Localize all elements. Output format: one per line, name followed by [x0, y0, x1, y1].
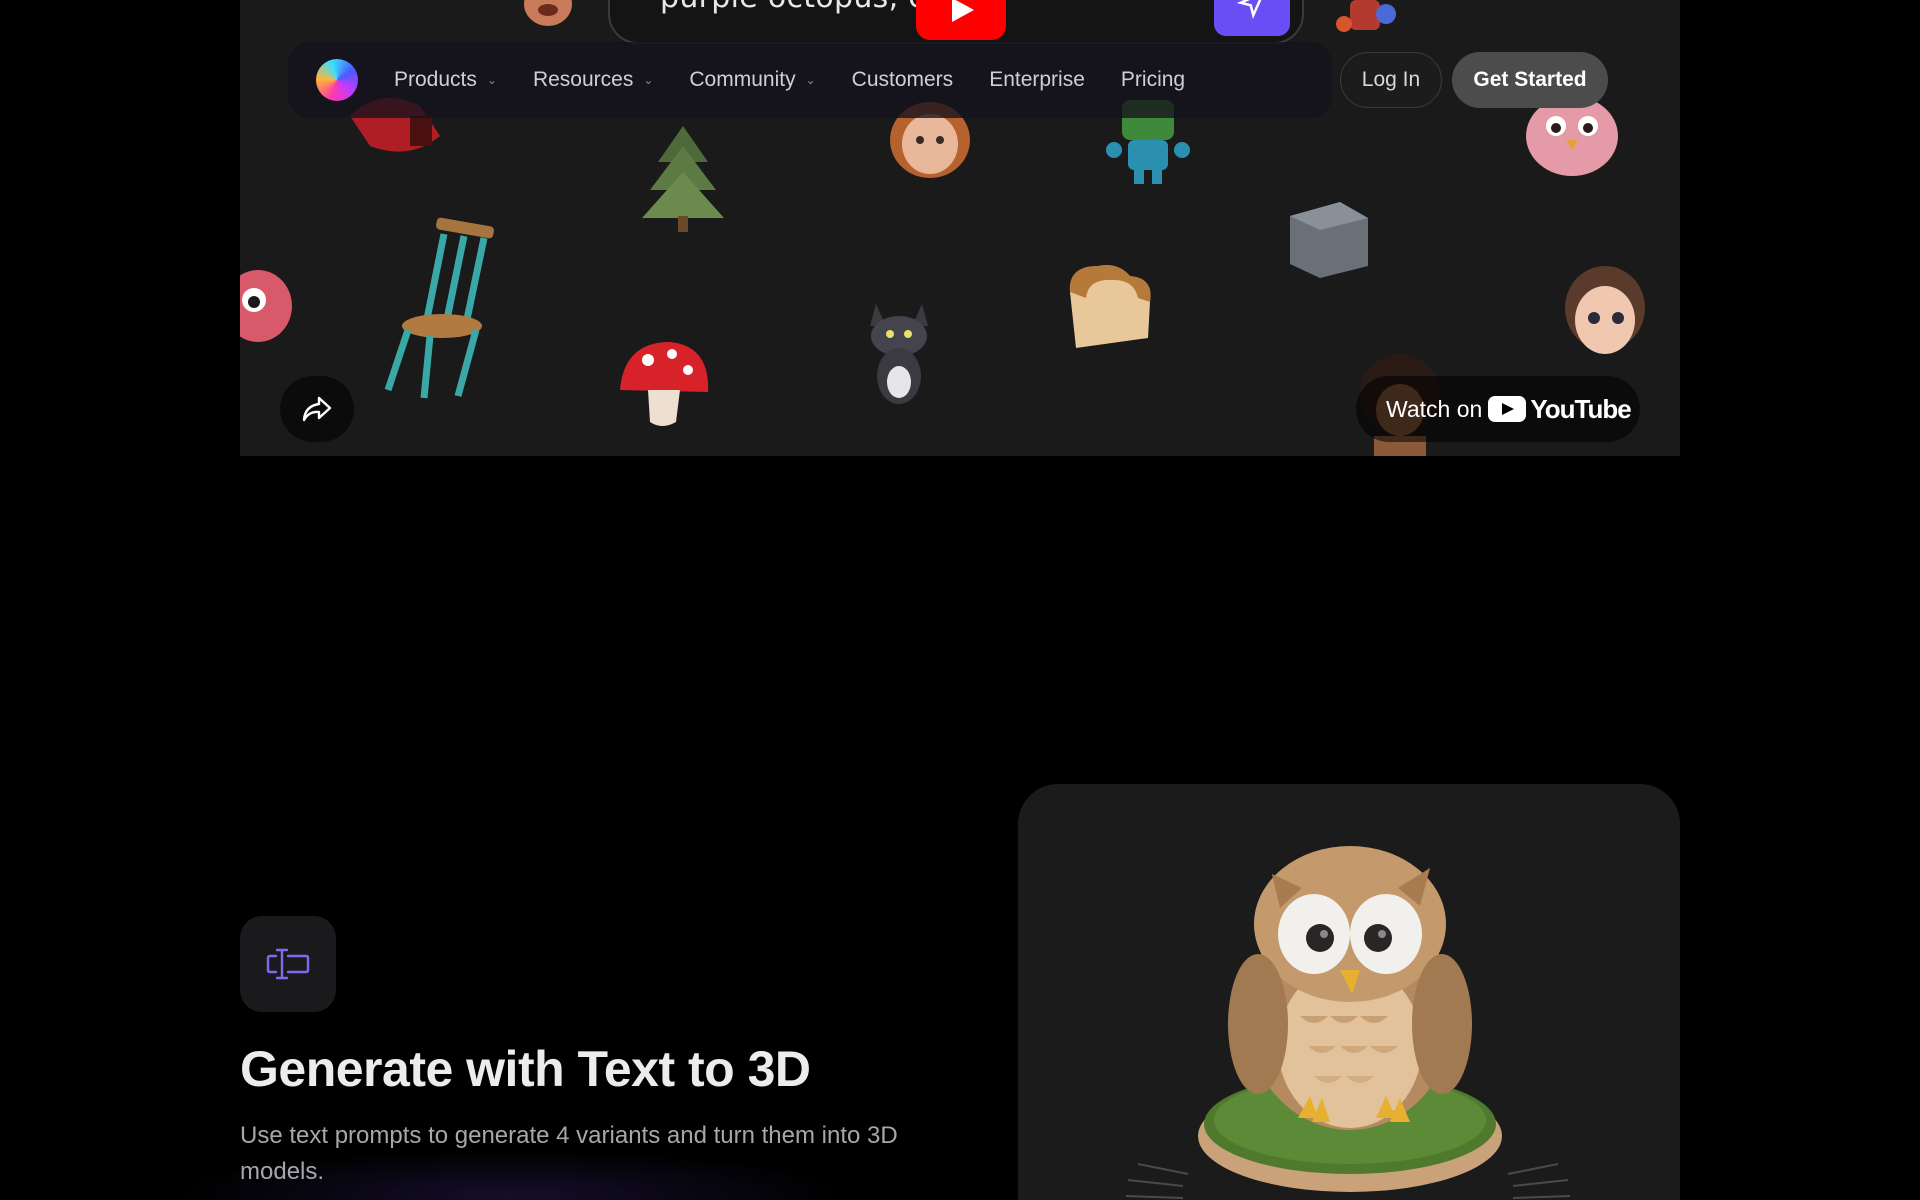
send-icon — [1237, 0, 1262, 19]
youtube-icon — [1488, 396, 1527, 422]
youtube-play-button[interactable] — [916, 0, 1006, 40]
youtube-wordmark: YouTube — [1530, 393, 1631, 424]
text-cursor-icon — [266, 948, 310, 980]
nav-actions: Log In Get Started — [1340, 52, 1608, 108]
nav-item-label: Products — [394, 68, 477, 91]
watch-on-youtube-button[interactable]: Watch on YouTube — [1356, 376, 1640, 442]
feature-icon-tile — [240, 916, 336, 1012]
video-embed[interactable]: purple octopus, c — [240, 0, 1680, 456]
feature-title: Generate with Text to 3D — [240, 1041, 811, 1097]
nav-item-label: Resources — [532, 68, 634, 91]
cat-object — [870, 304, 928, 404]
owl-model-image — [1125, 846, 1571, 1199]
building-object — [1290, 202, 1368, 278]
face-object-top — [524, 0, 572, 26]
watch-on-label: Watch on — [1386, 395, 1483, 422]
nav-item-label: Enterprise — [989, 68, 1085, 91]
chevron-down-icon: ⌄ — [486, 73, 497, 87]
chevron-down-icon: ⌄ — [643, 73, 654, 87]
send-button — [1214, 0, 1290, 36]
nav-item-pricing[interactable]: Pricing — [1121, 68, 1185, 92]
mushroom-object — [620, 342, 709, 426]
pink-monster-object — [240, 270, 292, 342]
login-button[interactable]: Log In — [1340, 52, 1442, 108]
nav-item-products[interactable]: Products ⌄ — [394, 68, 497, 92]
nav-item-label: Customers — [851, 68, 954, 91]
feature-description: Use text prompts to generate 4 variants … — [240, 1122, 898, 1185]
prompt-text: purple octopus, c — [660, 0, 925, 15]
doll-face-object — [1565, 266, 1645, 354]
pine-tree-object — [642, 126, 724, 232]
share-arrow-icon — [302, 396, 332, 422]
bread-object — [1069, 265, 1151, 348]
get-started-button[interactable]: Get Started — [1452, 52, 1608, 108]
chair-object — [384, 217, 494, 399]
top-navbar: Products ⌄ Resources ⌄ Community ⌄ Custo… — [288, 42, 1332, 118]
nav-item-resources[interactable]: Resources ⌄ — [533, 68, 653, 92]
nav-item-label: Pricing — [1120, 68, 1186, 91]
brand-logo-icon[interactable] — [316, 59, 358, 101]
nav-item-customers[interactable]: Customers — [852, 68, 954, 92]
prompt-box: purple octopus, c — [608, 0, 1304, 44]
nav-item-community[interactable]: Community ⌄ — [689, 68, 815, 92]
robot-object-top — [1336, 0, 1396, 32]
nav-item-label: Community — [689, 68, 796, 91]
chevron-down-icon: ⌄ — [805, 73, 816, 87]
owl-model-showcase — [1018, 784, 1680, 1200]
share-button[interactable] — [280, 376, 354, 442]
youtube-logo: YouTube — [1488, 393, 1632, 425]
nav-item-enterprise[interactable]: Enterprise — [989, 68, 1085, 92]
